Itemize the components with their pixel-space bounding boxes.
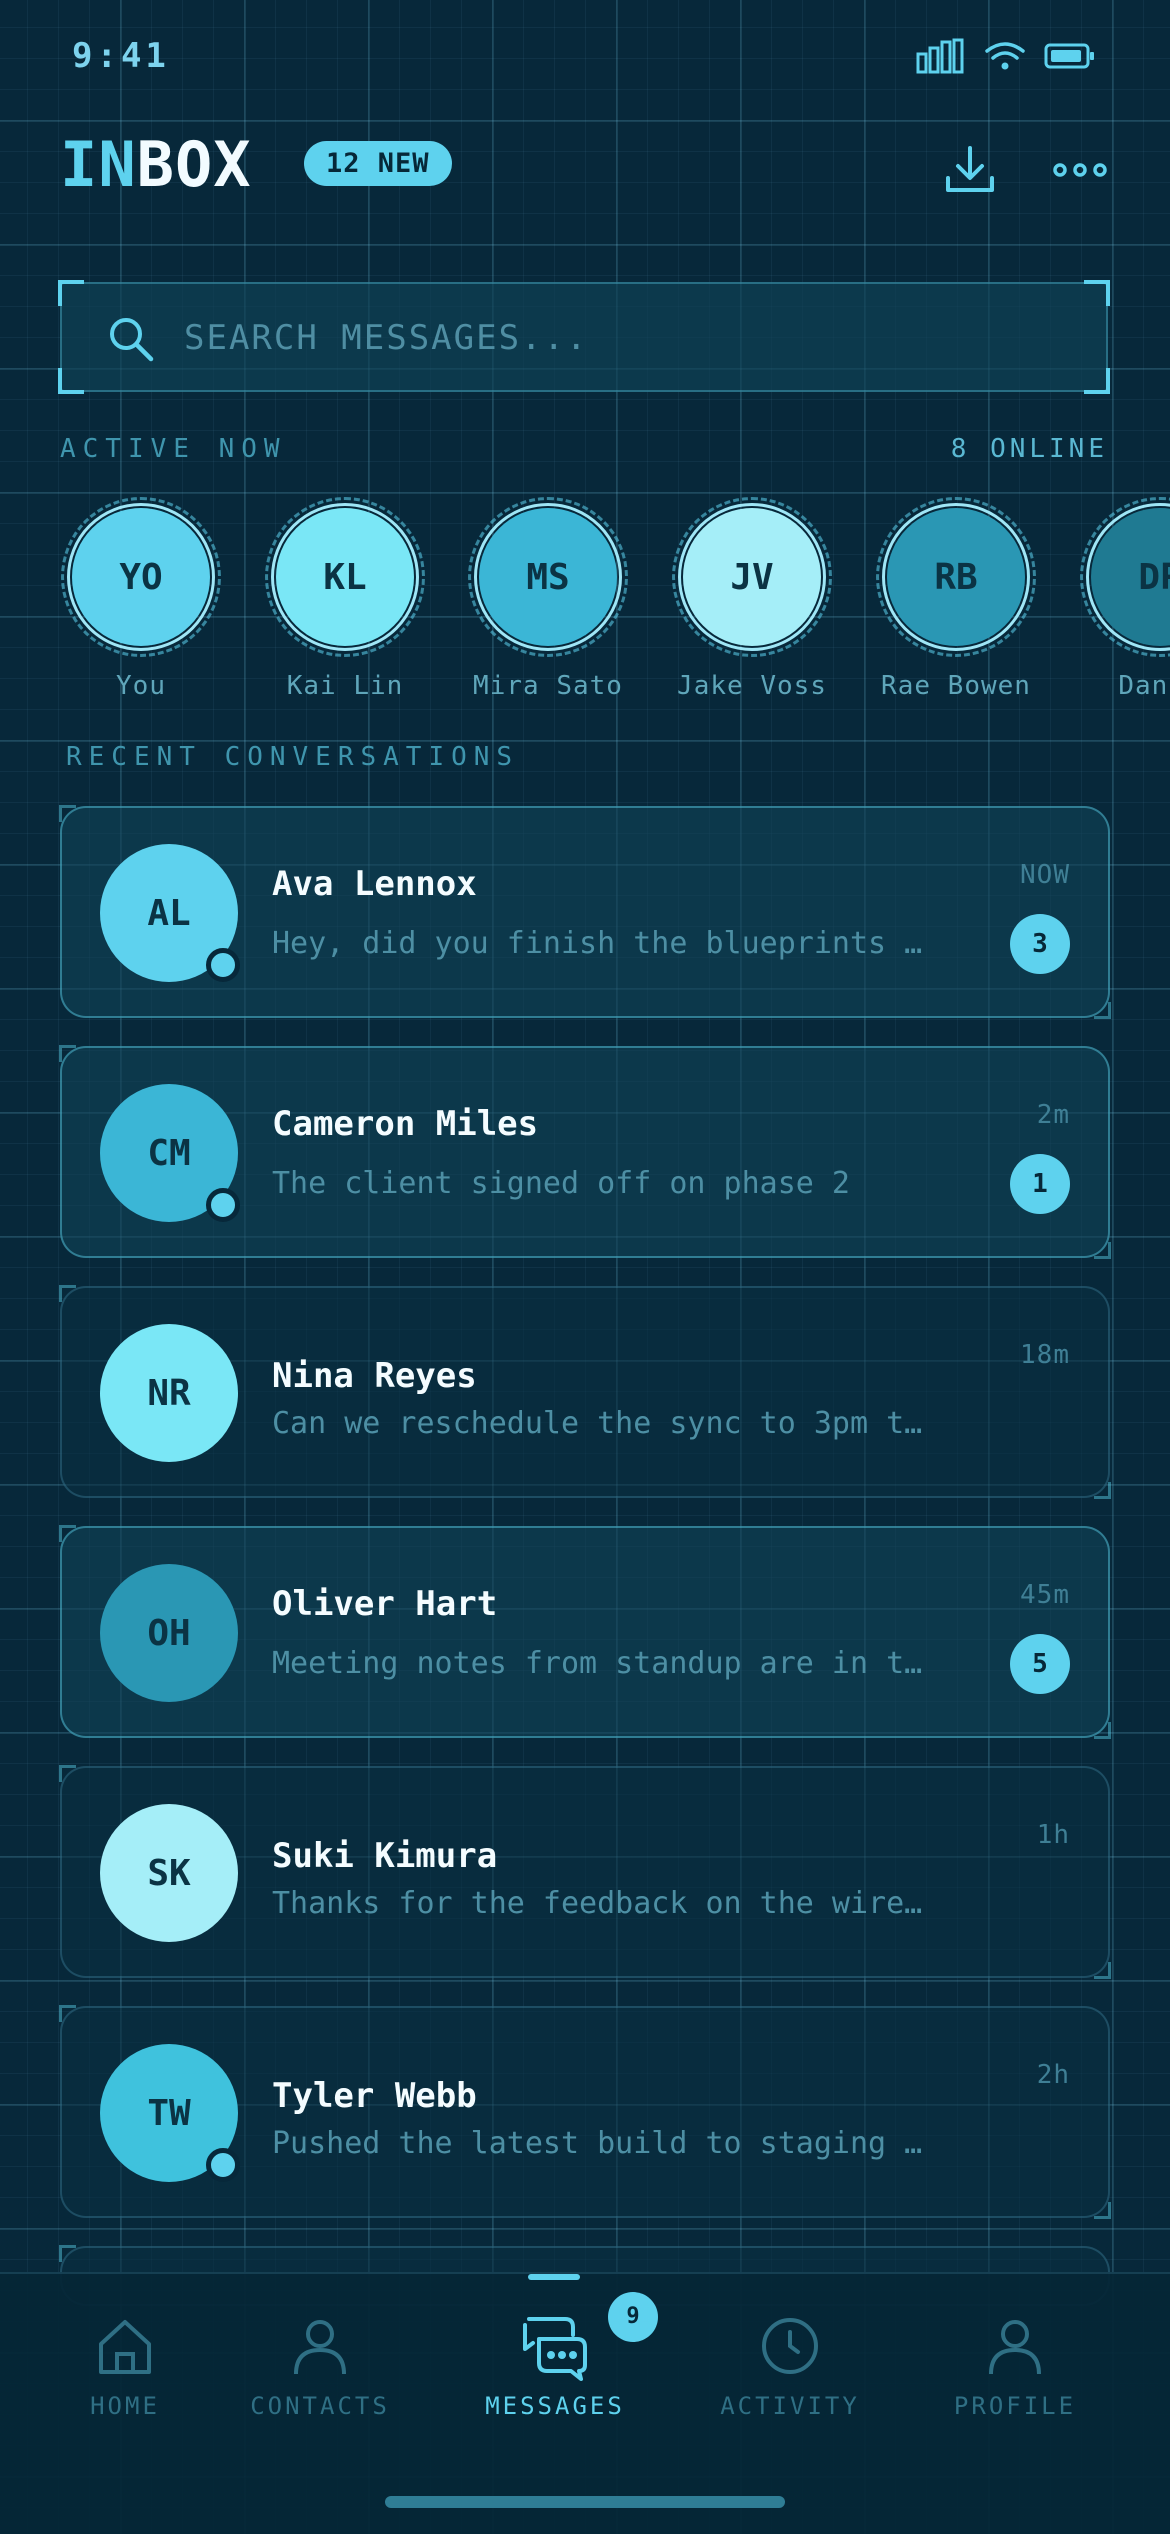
avatar: TW bbox=[100, 2044, 240, 2182]
new-count-badge: 12 NEW bbox=[304, 141, 452, 186]
active-user-you[interactable]: YO You bbox=[56, 497, 226, 701]
tab-home[interactable]: HOME bbox=[25, 2306, 225, 2420]
online-indicator bbox=[206, 1188, 240, 1222]
more-icon bbox=[1053, 163, 1107, 177]
download-button[interactable] bbox=[938, 138, 1002, 202]
avatar: KL bbox=[276, 508, 414, 646]
tab-contacts[interactable]: CONTACTS bbox=[220, 2306, 420, 2420]
conversation-time: 2h bbox=[1036, 2060, 1070, 2090]
avatar: MS bbox=[479, 508, 617, 646]
conversation-time: NOW bbox=[1020, 860, 1070, 890]
title-accent: IN bbox=[60, 128, 137, 201]
search-input[interactable] bbox=[182, 306, 1066, 370]
tab-label: HOME bbox=[90, 2392, 160, 2420]
status-time: 9:41 bbox=[72, 36, 170, 76]
active-user-name: You bbox=[116, 671, 166, 701]
conversation-name: Cameron Miles bbox=[272, 1104, 539, 1144]
active-user-dan-p-clip: DP Dan P bbox=[1075, 497, 1170, 727]
conversation-name: Suki Kimura bbox=[272, 1836, 498, 1876]
active-user-name: Jake Voss bbox=[677, 671, 827, 701]
status-icons bbox=[916, 38, 1096, 74]
active-user-jake-voss[interactable]: JV Jake Voss bbox=[667, 497, 837, 701]
home-indicator bbox=[385, 2496, 785, 2508]
avatar: OH bbox=[100, 1564, 238, 1702]
battery-icon bbox=[1044, 43, 1094, 69]
active-user-name: Dan P bbox=[1118, 671, 1170, 701]
conversation-time: 18m bbox=[1020, 1340, 1070, 1370]
conversation-item[interactable]: AL Ava Lennox Hey, did you finish the bl… bbox=[59, 805, 1111, 1019]
clock-icon bbox=[762, 2318, 818, 2374]
search-bar[interactable] bbox=[58, 280, 1110, 394]
conversation-preview: Hey, did you finish the blueprints for t… bbox=[272, 926, 932, 961]
download-icon bbox=[946, 146, 994, 192]
active-user-name: Kai Lin bbox=[286, 671, 404, 701]
avatar: YO bbox=[72, 508, 210, 646]
conversation-time: 45m bbox=[1020, 1580, 1070, 1610]
conversation-item[interactable]: TW Tyler Webb Pushed the latest build to… bbox=[59, 2005, 1111, 2219]
conversation-preview: Pushed the latest build to staging this … bbox=[272, 2126, 932, 2161]
tab-bar: HOME CONTACTS MESSAGES 9 ACTIVITY PROFIL… bbox=[0, 2272, 1170, 2534]
avatar: NR bbox=[100, 1324, 238, 1462]
chat-icon bbox=[523, 2317, 587, 2381]
user-icon bbox=[989, 2320, 1041, 2375]
avatar: JV bbox=[683, 508, 821, 646]
conversation-preview: Can we reschedule the sync to 3pm tomorr… bbox=[272, 1406, 932, 1441]
active-user-rae-bowen[interactable]: RB Rae Bowen bbox=[871, 497, 1041, 701]
home-icon bbox=[99, 2320, 151, 2374]
conversation-name: Nina Reyes bbox=[272, 1356, 477, 1396]
conversation-item[interactable]: NR Nina Reyes Can we reschedule the sync… bbox=[59, 1285, 1111, 1499]
avatar: DP bbox=[1091, 508, 1170, 646]
conversation-preview: Thanks for the feedback on the wireframe… bbox=[272, 1886, 932, 1921]
conversation-preview: The client signed off on phase 2 bbox=[272, 1166, 850, 1201]
online-count: 8 ONLINE bbox=[950, 434, 1108, 464]
unread-count-badge: 3 bbox=[1010, 914, 1070, 974]
tab-label: MESSAGES bbox=[485, 2392, 625, 2420]
recent-conversations-label: RECENT CONVERSATIONS bbox=[66, 742, 520, 772]
wifi-icon bbox=[985, 42, 1025, 70]
page-title: INBOX bbox=[60, 128, 252, 201]
active-now-label: ACTIVE NOW bbox=[60, 434, 287, 464]
tab-label: ACTIVITY bbox=[720, 2392, 860, 2420]
title-rest: BOX bbox=[136, 128, 252, 201]
conversation-name: Tyler Webb bbox=[272, 2076, 477, 2116]
more-button[interactable] bbox=[1048, 138, 1112, 202]
unread-count-badge: 1 bbox=[1010, 1154, 1070, 1214]
online-indicator bbox=[206, 948, 240, 982]
avatar: RB bbox=[887, 508, 1025, 646]
conversation-item[interactable]: CM Cameron Miles The client signed off o… bbox=[59, 1045, 1111, 1259]
conversation-preview: Meeting notes from standup are in the sh… bbox=[272, 1646, 932, 1681]
active-user-kai-lin[interactable]: KL Kai Lin bbox=[260, 497, 430, 701]
conversation-item[interactable]: SK Suki Kimura Thanks for the feedback o… bbox=[59, 1765, 1111, 1979]
search-icon bbox=[110, 318, 154, 362]
conversation-time: 1h bbox=[1036, 1820, 1070, 1850]
signal-icon bbox=[916, 38, 964, 74]
tab-label: PROFILE bbox=[953, 2392, 1077, 2420]
active-tab-indicator bbox=[528, 2274, 580, 2280]
conversation-item[interactable]: OH Oliver Hart Meeting notes from standu… bbox=[59, 1525, 1111, 1739]
active-user-name: Rae Bowen bbox=[881, 671, 1031, 701]
tab-activity[interactable]: ACTIVITY bbox=[690, 2306, 890, 2420]
messages-badge: 9 bbox=[608, 2292, 658, 2342]
tab-label: CONTACTS bbox=[250, 2392, 390, 2420]
conversation-time: 2m bbox=[1036, 1100, 1070, 1130]
active-user-mira-sato[interactable]: MS Mira Sato bbox=[463, 497, 633, 701]
active-user-name: Mira Sato bbox=[473, 671, 623, 701]
tab-profile[interactable]: PROFILE bbox=[915, 2306, 1115, 2420]
active-user-dan-p[interactable]: DP Dan P bbox=[1075, 497, 1170, 701]
unread-count-badge: 5 bbox=[1010, 1634, 1070, 1694]
avatar: AL bbox=[100, 844, 240, 982]
conversation-name: Ava Lennox bbox=[272, 864, 477, 904]
avatar: SK bbox=[100, 1804, 238, 1942]
avatar: CM bbox=[100, 1084, 240, 1222]
online-indicator bbox=[206, 2148, 240, 2182]
person-icon bbox=[294, 2320, 346, 2375]
conversation-name: Oliver Hart bbox=[272, 1584, 498, 1624]
